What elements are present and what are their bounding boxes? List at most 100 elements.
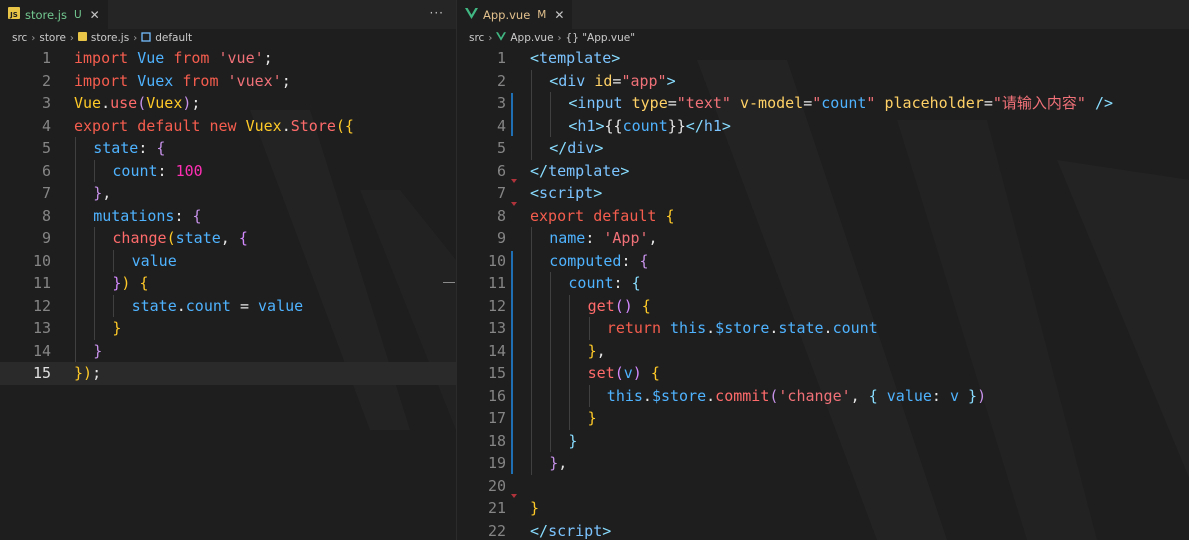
line-number: 22 [487, 521, 506, 540]
code-token: . [101, 94, 111, 112]
code-token: } [587, 409, 597, 427]
tab-store-js[interactable]: JS store.js U ✕ [0, 0, 108, 29]
code-line[interactable]: 1 <template> [457, 47, 1189, 70]
code-token: from [173, 49, 219, 67]
indent-guide [75, 294, 76, 317]
code-line[interactable]: 3 Vue.use(Vuex); [0, 92, 456, 115]
code-line[interactable]: 11 count: { [457, 272, 1189, 295]
line-number: 7 [41, 184, 51, 202]
git-change-bar[interactable] [511, 93, 513, 136]
line-number: 5 [41, 139, 51, 157]
code-line[interactable]: 9 name: 'App', [457, 227, 1189, 250]
code-line[interactable]: 2 <div id="app"> [457, 69, 1189, 93]
code-token: < [530, 184, 540, 202]
code-line[interactable]: 4 export default new Vuex.Store({ [0, 115, 456, 138]
code-token: , [102, 184, 112, 202]
code-line[interactable]: 13} [0, 317, 456, 340]
scroll-indicator [443, 282, 455, 283]
editor-pane-store-js: JS store.js U ✕ ··· src › store › store.… [0, 0, 456, 540]
indent-guide [569, 317, 571, 340]
code-line[interactable]: 16 this.$store.commit('change', { value: … [457, 384, 1189, 407]
code-line[interactable]: 20 [457, 475, 1189, 498]
breadcrumb-item-file[interactable]: store.js [91, 32, 129, 44]
deleted-line-marker[interactable] [511, 494, 517, 498]
indent-guide [531, 429, 532, 452]
code-line[interactable]: 8 export default { [457, 205, 1189, 228]
code-token: : [585, 229, 604, 247]
code-token: . [642, 386, 652, 405]
code-token: } [93, 341, 103, 360]
code-view[interactable]: 1 import Vue from 'vue'; 2 import Vuex from… [0, 47, 456, 385]
more-actions-icon[interactable]: ··· [430, 6, 444, 20]
code-line[interactable]: 8 mutations: { [0, 204, 456, 228]
code-token: } [968, 386, 978, 405]
tab-app-vue[interactable]: App.vue M ✕ [457, 0, 573, 29]
code-token: } [530, 499, 540, 517]
git-change-bar[interactable] [511, 250, 513, 474]
code-token: 'vuex' [227, 71, 282, 90]
code-token: count [832, 319, 878, 337]
close-icon[interactable]: ✕ [554, 8, 564, 22]
code-token: : [613, 274, 632, 292]
code-token: count [568, 274, 614, 292]
code-line[interactable]: 17} [457, 407, 1189, 430]
code-line[interactable]: 19}, [457, 452, 1189, 475]
code-line[interactable]: 5 </div> [457, 137, 1189, 160]
code-token: ( [614, 364, 624, 382]
code-line[interactable]: 22 </script> [457, 520, 1189, 540]
line-code: mutations: { [93, 205, 201, 228]
line-number: 2 [41, 71, 51, 90]
code-token: state [131, 296, 177, 315]
close-icon[interactable]: ✕ [90, 8, 100, 22]
deleted-line-marker[interactable] [511, 201, 517, 206]
breadcrumb-item-store[interactable]: store [39, 32, 66, 44]
indent-guide [531, 362, 532, 385]
line-number: 3 [496, 94, 506, 112]
code-line[interactable]: 14} [0, 339, 456, 362]
code-line[interactable]: 14}, [457, 339, 1189, 362]
code-line[interactable]: 18} [457, 429, 1189, 452]
code-token: > [620, 161, 630, 180]
code-token: " [812, 94, 822, 112]
breadcrumb-item-file[interactable]: App.vue [510, 32, 553, 44]
code-line[interactable]: 21} [457, 497, 1189, 520]
code-line[interactable]: 1 import Vue from 'vue'; [0, 47, 456, 70]
indent-guide [550, 272, 552, 295]
breadcrumb-item-symbol[interactable]: default [155, 32, 192, 44]
code-line[interactable]: 10 computed: { [457, 249, 1189, 272]
code-line[interactable]: 10 value [0, 249, 456, 272]
line-code: <input type="text" v-model="count" place… [568, 92, 1113, 115]
code-line[interactable]: 7}, [0, 182, 456, 205]
code-line[interactable]: 6 count: 100 [0, 159, 456, 182]
code-line[interactable]: 7 <script> [457, 182, 1189, 205]
code-view[interactable]: 1 <template> 2 <div id="app"> 3 <input type="… [457, 47, 1189, 540]
code-line[interactable]: 6 </template> [457, 160, 1189, 183]
code-line[interactable]: 3 <input type="text" v-model="count" plac… [457, 92, 1189, 115]
breadcrumb-item-symbol[interactable]: {} "App.vue" [566, 32, 636, 44]
code-line[interactable]: 12 state.count = value [0, 294, 456, 317]
code-line[interactable]: 9 change(state, { [0, 227, 456, 250]
code-line[interactable]: 4 <h1>{{count}}</h1> [457, 114, 1189, 137]
line-number: 15 [32, 364, 51, 382]
code-token: state [778, 319, 824, 337]
code-token: } [568, 431, 578, 450]
code-line[interactable]: 11}) { [0, 272, 456, 295]
code-line[interactable]: 5 state: { [0, 137, 456, 160]
line-number: 19 [487, 454, 506, 472]
deleted-line-marker[interactable] [511, 179, 517, 183]
chevron-right-icon: › [557, 32, 562, 44]
line-code: <div id="app"> [549, 70, 675, 93]
code-token: import [74, 49, 138, 67]
code-line[interactable]: 2 import Vuex from 'vuex'; [0, 70, 456, 93]
line-code: set(v) { [588, 362, 660, 385]
tab-filename: App.vue [483, 7, 531, 22]
code-token: input [577, 94, 632, 112]
code-line[interactable]: 15}); [0, 362, 456, 385]
code-line[interactable]: 13 return this.$store.state.count [457, 317, 1189, 340]
code-line[interactable]: 12 get() { [457, 294, 1189, 317]
code-line[interactable]: 15 set(v) { [457, 362, 1189, 385]
code-token: v [623, 364, 633, 382]
breadcrumb-item-src[interactable]: src [469, 32, 484, 44]
breadcrumb-item-src[interactable]: src [12, 32, 27, 44]
code-token: { [650, 364, 660, 382]
